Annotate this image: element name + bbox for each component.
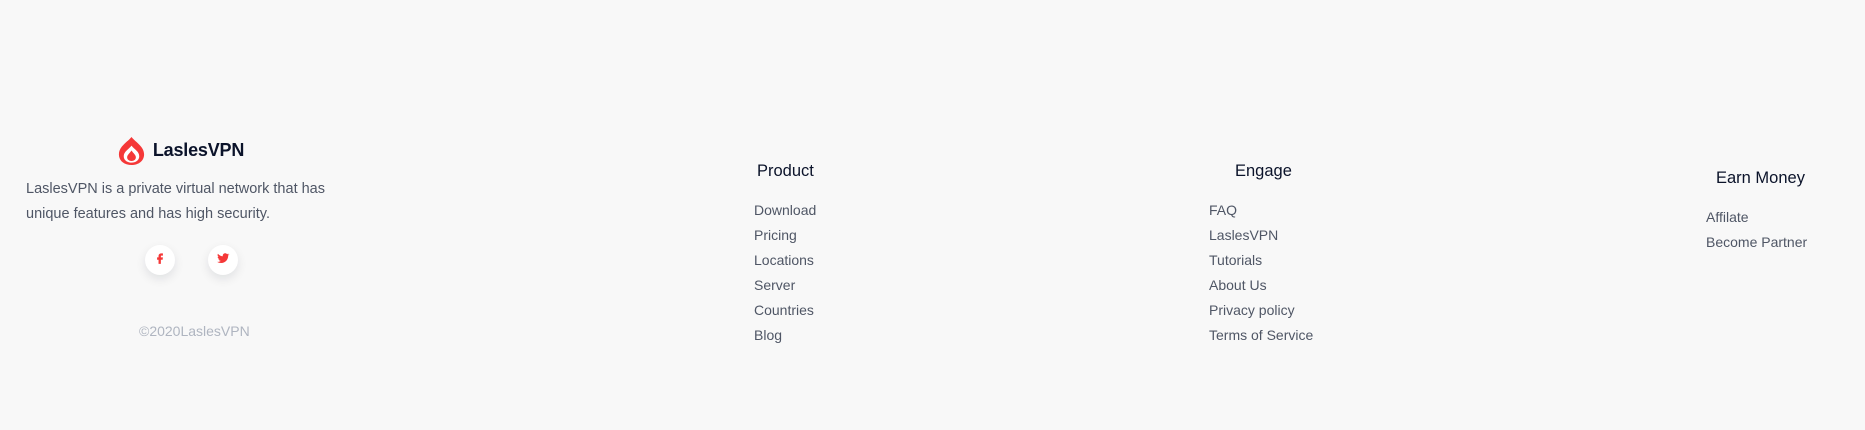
twitter-link[interactable]	[208, 245, 238, 275]
facebook-icon	[153, 251, 167, 270]
column-title-earn-money: Earn Money	[1716, 169, 1805, 187]
footer-column-product: Product Download Pricing Locations Serve…	[754, 160, 816, 348]
link-become-partner[interactable]: Become Partner	[1706, 230, 1807, 255]
link-pricing[interactable]: Pricing	[754, 223, 816, 248]
link-server[interactable]: Server	[754, 273, 816, 298]
flame-logo-icon	[116, 135, 147, 166]
link-about-us[interactable]: About Us	[1209, 273, 1313, 298]
link-faq[interactable]: FAQ	[1209, 198, 1313, 223]
link-laslesvpn[interactable]: LaslesVPN	[1209, 223, 1313, 248]
column-title-product: Product	[757, 162, 814, 180]
brand-name: LaslesVPN	[152, 139, 245, 160]
link-affilate[interactable]: Affilate	[1706, 205, 1807, 230]
footer-column-earn-money: Earn Money Affilate Become Partner	[1706, 167, 1807, 255]
column-title-engage: Engage	[1235, 162, 1292, 180]
link-privacy-policy[interactable]: Privacy policy	[1209, 298, 1313, 323]
earn-links: Affilate Become Partner	[1706, 205, 1807, 255]
site-footer: LaslesVPN LaslesVPN is a private virtual…	[0, 0, 1865, 430]
footer-column-engage: Engage FAQ LaslesVPN Tutorials About Us …	[1209, 160, 1313, 348]
brand-description: LaslesVPN is a private virtual network t…	[26, 181, 325, 222]
copyright-text: ©2020LaslesVPN	[139, 323, 250, 339]
twitter-icon	[216, 251, 230, 270]
link-download[interactable]: Download	[754, 198, 816, 223]
product-links: Download Pricing Locations Server Countr…	[754, 198, 816, 348]
link-terms-of-service[interactable]: Terms of Service	[1209, 323, 1313, 348]
link-countries[interactable]: Countries	[754, 298, 816, 323]
brand-logo[interactable]: LaslesVPN	[0, 134, 371, 166]
link-blog[interactable]: Blog	[754, 323, 816, 348]
footer-brand: LaslesVPN LaslesVPN is a private virtual…	[26, 134, 371, 339]
facebook-link[interactable]	[145, 245, 175, 275]
link-tutorials[interactable]: Tutorials	[1209, 248, 1313, 273]
link-locations[interactable]: Locations	[754, 248, 816, 273]
engage-links: FAQ LaslesVPN Tutorials About Us Privacy…	[1209, 198, 1313, 348]
social-links	[145, 245, 238, 275]
